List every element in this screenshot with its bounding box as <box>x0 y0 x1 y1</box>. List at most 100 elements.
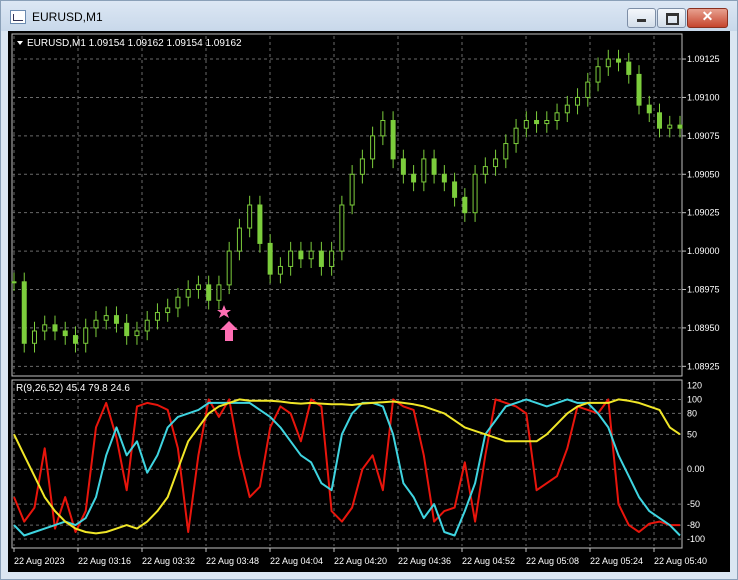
candle-body <box>195 284 201 291</box>
candle-body <box>236 227 242 252</box>
candle-body <box>616 58 622 63</box>
candle-body <box>154 312 160 321</box>
candle-body <box>462 196 468 214</box>
time-tick-label: 22 Aug 04:04 <box>270 556 323 566</box>
candle-body <box>359 158 365 175</box>
buy-arrow-icon <box>220 321 238 341</box>
signal-marker[interactable] <box>217 305 238 341</box>
candle-body <box>626 61 632 75</box>
main-chart-frame <box>11 33 683 377</box>
candle-body <box>452 181 458 198</box>
candle-body <box>277 265 283 275</box>
time-tick-label: 22 Aug 04:20 <box>334 556 387 566</box>
candle-body <box>646 104 652 114</box>
candle-body <box>21 281 27 344</box>
candle-body <box>380 120 386 137</box>
level-tick-label: 0.00 <box>687 464 705 474</box>
candle-body <box>93 319 99 329</box>
close-button[interactable]: ✕ <box>687 8 728 28</box>
price-tick-label: 1.08975 <box>687 285 720 295</box>
price-tick-label: 1.09100 <box>687 92 720 102</box>
chart-canvas[interactable]: 1.09125 1.09100 1.09075 1.09050 1.09025 1.090… <box>8 31 730 572</box>
candle-body <box>493 158 499 168</box>
main-grid <box>12 36 682 374</box>
candle-body <box>308 250 314 260</box>
candle-body <box>421 158 427 183</box>
candle-body <box>411 173 417 183</box>
price-candles <box>11 49 683 353</box>
candle-body <box>206 284 212 301</box>
price-tick-label: 1.09125 <box>687 54 720 64</box>
candle-body <box>472 173 478 214</box>
candle-body <box>431 158 437 175</box>
candle-body <box>247 204 253 229</box>
chart-window-icon <box>10 10 26 24</box>
candle-body <box>523 120 529 129</box>
candle-body <box>441 173 447 183</box>
candle-body <box>677 124 683 129</box>
candle-body <box>575 96 581 106</box>
time-axis: 22 Aug 2023 22 Aug 03:16 22 Aug 03:32 22 Au… <box>13 548 707 566</box>
candle-body <box>339 204 345 252</box>
candle-body <box>503 143 509 160</box>
minimize-icon[interactable] <box>627 8 656 28</box>
level-tick-label: -80 <box>687 520 700 530</box>
chart-area[interactable]: 1.09125 1.09100 1.09075 1.09050 1.09025 1.090… <box>8 31 730 572</box>
price-tick-label: 1.09050 <box>687 169 720 179</box>
symbol-info: EURUSD,M1 1.09154 1.09162 1.09154 1.0916… <box>27 38 242 49</box>
time-tick-label: 22 Aug 05:24 <box>590 556 643 566</box>
time-tick-label: 22 Aug 04:52 <box>462 556 515 566</box>
candle-body <box>185 289 191 298</box>
time-tick-label: 22 Aug 05:40 <box>654 556 707 566</box>
level-tick-label: 50 <box>687 429 697 439</box>
level-tick-label: 120 <box>687 380 702 390</box>
maximize-icon[interactable] <box>657 8 686 28</box>
indicator-fast-line <box>13 398 680 533</box>
time-tick-label: 22 Aug 2023 <box>14 556 65 566</box>
candle-body <box>400 158 406 175</box>
level-tick-label: -50 <box>687 499 700 509</box>
candle-body <box>124 322 130 337</box>
candle-body <box>554 112 560 122</box>
price-tick-label: 1.08925 <box>687 361 720 371</box>
level-tick-label: -100 <box>687 534 705 544</box>
candle-body <box>42 324 48 332</box>
candle-body <box>72 335 78 344</box>
dropdown-triangle-icon[interactable] <box>17 41 23 45</box>
price-tick-label: 1.09025 <box>687 208 720 218</box>
candle-body <box>52 324 58 332</box>
candle-body <box>349 173 355 206</box>
candle-body <box>667 124 673 129</box>
candle-body <box>267 242 273 275</box>
candle-body <box>83 327 89 344</box>
candle-body <box>144 319 150 332</box>
candle-body <box>534 120 540 125</box>
candle-body <box>31 330 37 344</box>
candle-body <box>103 315 109 321</box>
candle-body <box>226 250 232 286</box>
candle-body <box>165 307 171 314</box>
candle-body <box>482 166 488 175</box>
candle-body <box>113 315 119 324</box>
candle-body <box>585 81 591 98</box>
title-bar[interactable]: EURUSD,M1 ✕ <box>1 1 737 31</box>
candle-body <box>134 330 140 337</box>
price-tick-label: 1.09075 <box>687 131 720 141</box>
candle-body <box>257 204 263 244</box>
candle-body <box>564 104 570 114</box>
candle-body <box>175 296 181 309</box>
candle-body <box>11 281 17 284</box>
candle-body <box>370 135 376 160</box>
level-tick-label: 80 <box>687 408 697 418</box>
indicator-level-axis: 120 100 80 50 0.00 -50 -80 -100 <box>687 380 705 544</box>
price-axis: 1.09125 1.09100 1.09075 1.09050 1.09025 1.090… <box>682 54 720 371</box>
candle-body <box>657 112 663 129</box>
indicator-label: R(9,26,52) 45.4 79.8 24.6 <box>16 383 130 394</box>
indicator-lines <box>13 398 681 537</box>
chart-window: EURUSD,M1 ✕ 1.09125 1.09100 1.09075 1.09050… <box>0 0 738 580</box>
time-tick-label: 22 Aug 03:16 <box>78 556 131 566</box>
time-tick-label: 22 Aug 03:48 <box>206 556 259 566</box>
candle-body <box>298 250 304 260</box>
level-tick-label: 100 <box>687 394 702 404</box>
price-tick-label: 1.09000 <box>687 246 720 256</box>
